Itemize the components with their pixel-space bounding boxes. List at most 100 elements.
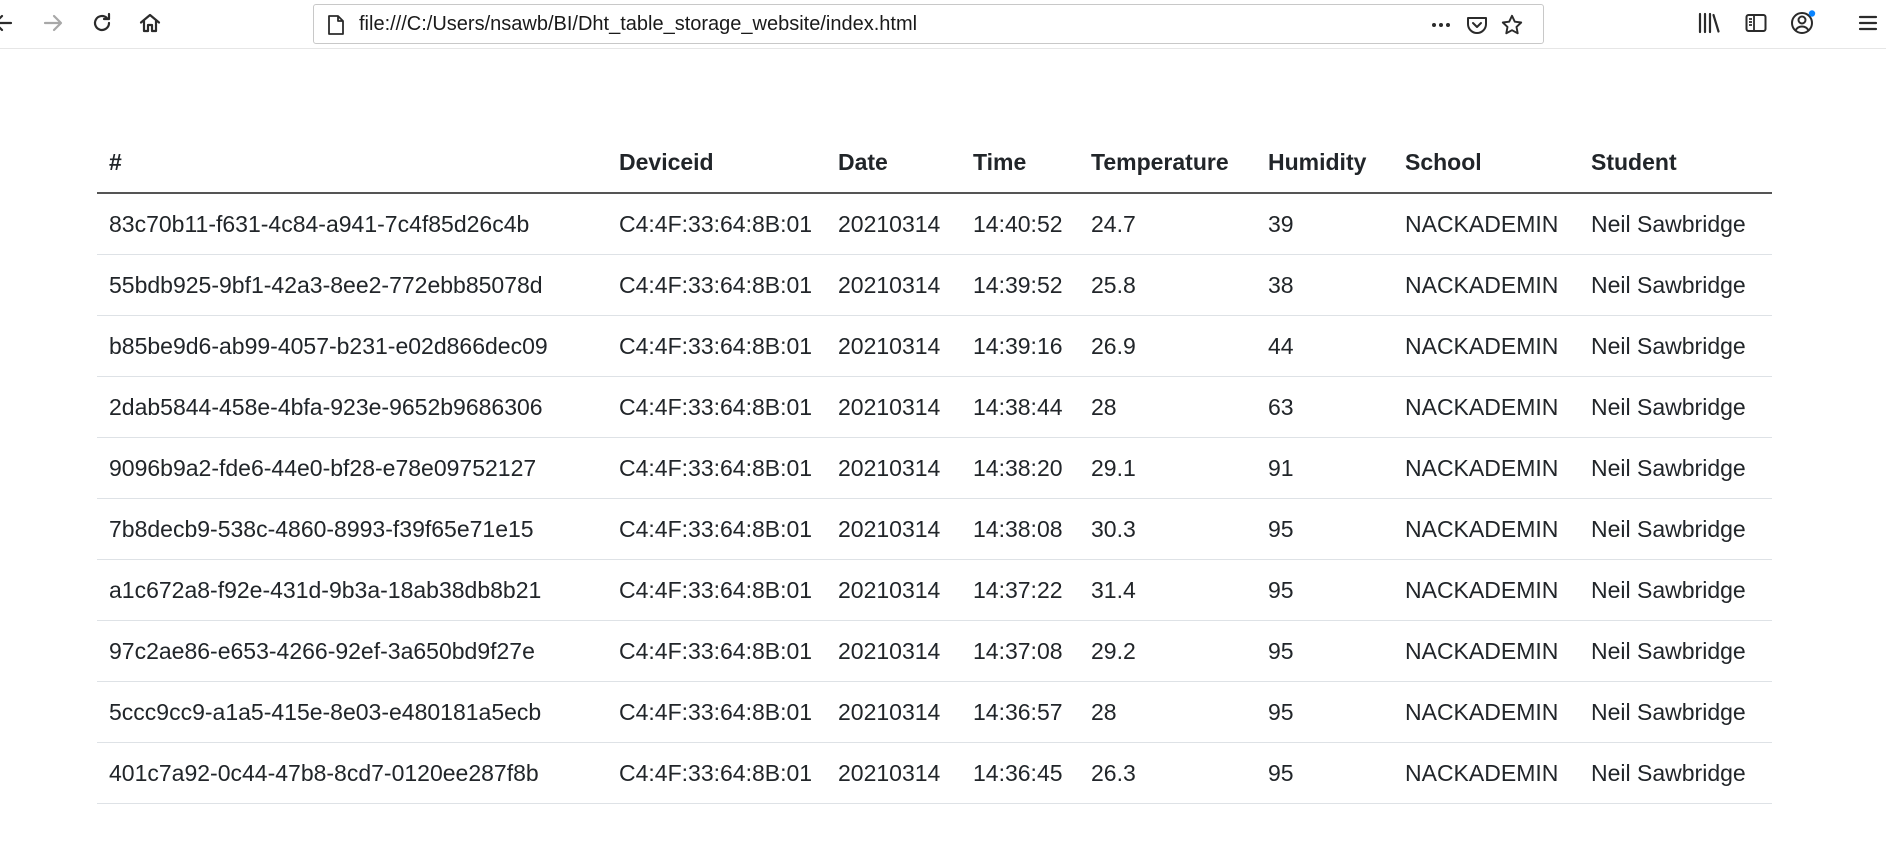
page-icon[interactable] xyxy=(324,13,348,37)
cell-time: 14:38:08 xyxy=(961,498,1079,560)
cell-time: 14:38:20 xyxy=(961,437,1079,499)
header-id: # xyxy=(97,133,607,194)
cell-temperature: 25.8 xyxy=(1079,254,1256,316)
table-row: 2dab5844-458e-4bfa-923e-9652b9686306 C4:… xyxy=(97,376,1772,438)
cell-time: 14:39:16 xyxy=(961,315,1079,377)
cell-id: 55bdb925-9bf1-42a3-8ee2-772ebb85078d xyxy=(97,254,607,316)
cell-deviceid: C4:4F:33:64:8B:01 xyxy=(607,498,826,560)
cell-deviceid: C4:4F:33:64:8B:01 xyxy=(607,742,826,804)
cell-student: Neil Sawbridge xyxy=(1579,315,1772,377)
cell-date: 20210314 xyxy=(826,498,961,560)
cell-temperature: 31.4 xyxy=(1079,559,1256,621)
cell-student: Neil Sawbridge xyxy=(1579,376,1772,438)
cell-time: 14:36:45 xyxy=(961,742,1079,804)
cell-id: b85be9d6-ab99-4057-b231-e02d866dec09 xyxy=(97,315,607,377)
cell-time: 14:39:52 xyxy=(961,254,1079,316)
cell-student: Neil Sawbridge xyxy=(1579,498,1772,560)
table-header-row: # Deviceid Date Time Temperature Humidit… xyxy=(97,133,1772,194)
cell-student: Neil Sawbridge xyxy=(1579,742,1772,804)
cell-temperature: 29.1 xyxy=(1079,437,1256,499)
cell-date: 20210314 xyxy=(826,620,961,682)
table-row: a1c672a8-f92e-431d-9b3a-18ab38db8b21 C4:… xyxy=(97,559,1772,621)
cell-student: Neil Sawbridge xyxy=(1579,559,1772,621)
home-icon[interactable] xyxy=(133,6,167,40)
back-arrow-icon[interactable] xyxy=(0,6,20,40)
cell-temperature: 28 xyxy=(1079,681,1256,743)
cell-temperature: 26.9 xyxy=(1079,315,1256,377)
cell-date: 20210314 xyxy=(826,681,961,743)
url-bar[interactable]: file:///C:/Users/nsawb/BI/Dht_table_stor… xyxy=(313,4,1544,44)
cell-deviceid: C4:4F:33:64:8B:01 xyxy=(607,437,826,499)
cell-deviceid: C4:4F:33:64:8B:01 xyxy=(607,315,826,377)
forward-arrow-icon[interactable] xyxy=(36,6,70,40)
header-student: Student xyxy=(1579,133,1772,194)
cell-id: 401c7a92-0c44-47b8-8cd7-0120ee287f8b xyxy=(97,742,607,804)
cell-deviceid: C4:4F:33:64:8B:01 xyxy=(607,254,826,316)
cell-school: NACKADEMIN xyxy=(1393,681,1579,743)
cell-school: NACKADEMIN xyxy=(1393,254,1579,316)
cell-student: Neil Sawbridge xyxy=(1579,254,1772,316)
cell-date: 20210314 xyxy=(826,376,961,438)
cell-id: 83c70b11-f631-4c84-a941-7c4f85d26c4b xyxy=(97,193,607,255)
table-row: 83c70b11-f631-4c84-a941-7c4f85d26c4b C4:… xyxy=(97,193,1772,255)
star-icon[interactable] xyxy=(1500,13,1524,37)
cell-deviceid: C4:4F:33:64:8B:01 xyxy=(607,620,826,682)
cell-student: Neil Sawbridge xyxy=(1579,193,1772,255)
table-row: b85be9d6-ab99-4057-b231-e02d866dec09 C4:… xyxy=(97,315,1772,377)
page-content: # Deviceid Date Time Temperature Humidit… xyxy=(0,49,1886,843)
cell-school: NACKADEMIN xyxy=(1393,620,1579,682)
cell-school: NACKADEMIN xyxy=(1393,742,1579,804)
cell-humidity: 95 xyxy=(1256,742,1393,804)
cell-temperature: 24.7 xyxy=(1079,193,1256,255)
cell-id: 7b8decb9-538c-4860-8993-f39f65e71e15 xyxy=(97,498,607,560)
cell-student: Neil Sawbridge xyxy=(1579,620,1772,682)
cell-temperature: 29.2 xyxy=(1079,620,1256,682)
cell-date: 20210314 xyxy=(826,559,961,621)
cell-date: 20210314 xyxy=(826,193,961,255)
cell-date: 20210314 xyxy=(826,315,961,377)
cell-humidity: 63 xyxy=(1256,376,1393,438)
cell-id: a1c672a8-f92e-431d-9b3a-18ab38db8b21 xyxy=(97,559,607,621)
sensor-data-table: # Deviceid Date Time Temperature Humidit… xyxy=(97,133,1772,804)
table-row: 9096b9a2-fde6-44e0-bf28-e78e09752127 C4:… xyxy=(97,437,1772,499)
cell-id: 97c2ae86-e653-4266-92ef-3a650bd9f27e xyxy=(97,620,607,682)
cell-deviceid: C4:4F:33:64:8B:01 xyxy=(607,376,826,438)
table-row: 5ccc9cc9-a1a5-415e-8e03-e480181a5ecb C4:… xyxy=(97,681,1772,743)
cell-time: 14:37:08 xyxy=(961,620,1079,682)
header-deviceid: Deviceid xyxy=(607,133,826,194)
reload-icon[interactable] xyxy=(85,6,119,40)
cell-time: 14:40:52 xyxy=(961,193,1079,255)
cell-humidity: 95 xyxy=(1256,559,1393,621)
cell-temperature: 28 xyxy=(1079,376,1256,438)
table-row: 401c7a92-0c44-47b8-8cd7-0120ee287f8b C4:… xyxy=(97,742,1772,804)
pocket-icon[interactable] xyxy=(1465,13,1489,37)
url-text[interactable]: file:///C:/Users/nsawb/BI/Dht_table_stor… xyxy=(359,5,917,43)
cell-id: 9096b9a2-fde6-44e0-bf28-e78e09752127 xyxy=(97,437,607,499)
cell-school: NACKADEMIN xyxy=(1393,376,1579,438)
cell-humidity: 44 xyxy=(1256,315,1393,377)
more-dots-icon[interactable] xyxy=(1429,13,1453,37)
cell-time: 14:38:44 xyxy=(961,376,1079,438)
cell-temperature: 26.3 xyxy=(1079,742,1256,804)
header-humidity: Humidity xyxy=(1256,133,1393,194)
account-icon[interactable] xyxy=(1786,6,1820,40)
cell-deviceid: C4:4F:33:64:8B:01 xyxy=(607,681,826,743)
browser-toolbar: file:///C:/Users/nsawb/BI/Dht_table_stor… xyxy=(0,0,1886,49)
cell-school: NACKADEMIN xyxy=(1393,437,1579,499)
header-time: Time xyxy=(961,133,1079,194)
cell-school: NACKADEMIN xyxy=(1393,193,1579,255)
cell-humidity: 38 xyxy=(1256,254,1393,316)
cell-time: 14:36:57 xyxy=(961,681,1079,743)
cell-school: NACKADEMIN xyxy=(1393,498,1579,560)
cell-deviceid: C4:4F:33:64:8B:01 xyxy=(607,193,826,255)
cell-humidity: 95 xyxy=(1256,498,1393,560)
hamburger-menu-icon[interactable] xyxy=(1851,6,1885,40)
library-icon[interactable] xyxy=(1692,6,1726,40)
cell-date: 20210314 xyxy=(826,254,961,316)
sidebar-icon[interactable] xyxy=(1739,6,1773,40)
header-date: Date xyxy=(826,133,961,194)
table-row: 97c2ae86-e653-4266-92ef-3a650bd9f27e C4:… xyxy=(97,620,1772,682)
cell-id: 5ccc9cc9-a1a5-415e-8e03-e480181a5ecb xyxy=(97,681,607,743)
cell-id: 2dab5844-458e-4bfa-923e-9652b9686306 xyxy=(97,376,607,438)
cell-deviceid: C4:4F:33:64:8B:01 xyxy=(607,559,826,621)
